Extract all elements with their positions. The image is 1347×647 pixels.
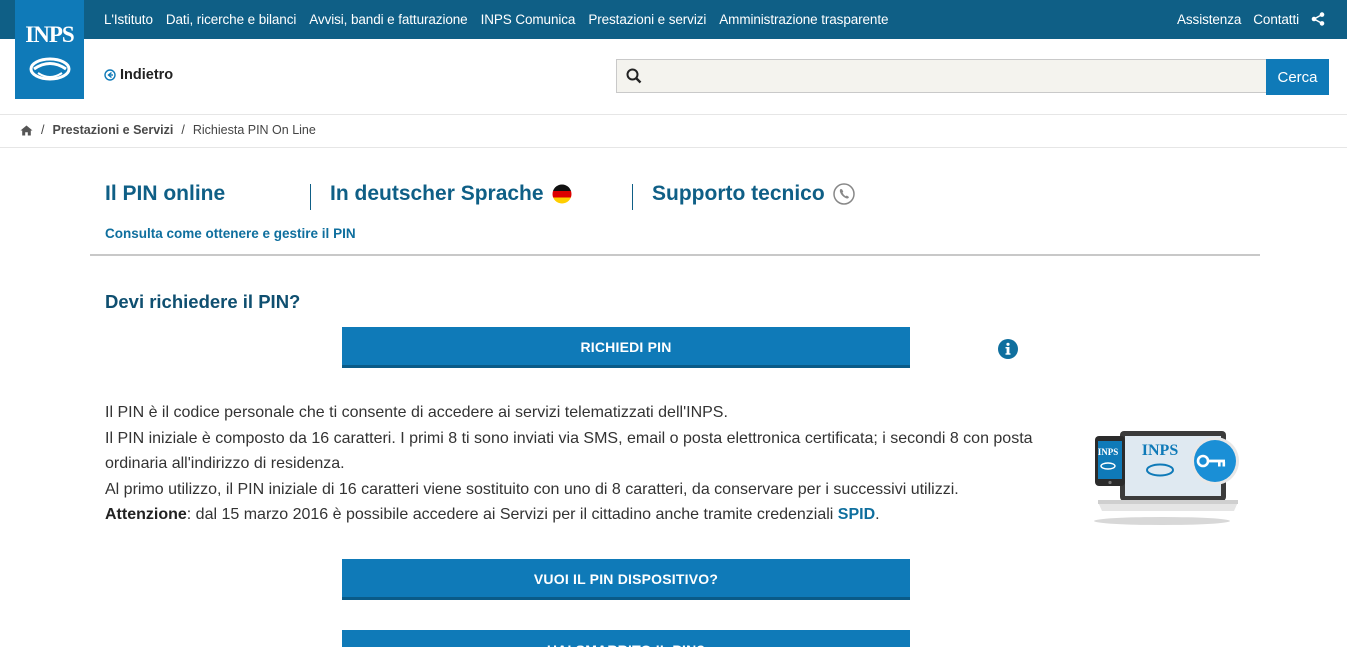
attention-label: Attenzione [105, 506, 187, 523]
german-flag-icon [552, 184, 572, 204]
nav-amministrazione-trasparente[interactable]: Amministrazione trasparente [719, 12, 888, 27]
back-link[interactable]: Indietro [104, 67, 173, 83]
device-phone-logo-text: INPS [1098, 447, 1119, 457]
breadcrumb-separator: / [41, 123, 45, 137]
share-icon[interactable] [1311, 11, 1327, 28]
tab-label: In deutscher Sprache [330, 182, 544, 205]
laptop-phone-key-icon: INPS INPS [1094, 431, 1239, 525]
tab-supporto-tecnico[interactable]: Supporto tecnico [652, 182, 855, 206]
attention-end: . [875, 506, 880, 523]
tab-subtitle-link[interactable]: Consulta come ottenere e gestire il PIN [105, 226, 356, 241]
spid-link[interactable]: SPID [838, 506, 875, 523]
tab-deutscher-sprache[interactable]: In deutscher Sprache [330, 182, 572, 206]
description-line: Al primo utilizzo, il PIN iniziale di 16… [105, 480, 959, 498]
section-heading: Devi richiedere il PIN? [105, 291, 301, 312]
search-icon [626, 68, 642, 84]
back-arrow-icon [104, 69, 116, 81]
tab-label: Supporto tecnico [652, 182, 825, 205]
back-label: Indietro [120, 67, 174, 83]
search-button[interactable]: Cerca [1266, 59, 1329, 95]
search-box [616, 59, 1267, 93]
nav-dati-ricerche[interactable]: Dati, ricerche e bilanci [166, 12, 297, 27]
logo-text: INPS [25, 22, 74, 47]
logo-emblem-icon [29, 57, 71, 81]
contatti-link[interactable]: Contatti [1253, 12, 1299, 27]
description-line: Il PIN iniziale è composto da 16 caratte… [105, 429, 1033, 473]
tab-label: Il PIN online [105, 182, 226, 205]
divider [90, 254, 1260, 256]
home-icon[interactable] [20, 125, 33, 136]
tab-pin-online[interactable]: Il PIN online [105, 182, 225, 206]
nav-istituto[interactable]: L'Istituto [104, 12, 153, 27]
nav-prestazioni-servizi[interactable]: Prestazioni e servizi [588, 12, 706, 27]
pin-dispositivo-button[interactable]: VUOI IL PIN DISPOSITIVO? [342, 559, 910, 600]
attention-text: : dal 15 marzo 2016 è possibile accedere… [186, 506, 838, 523]
description-line: Il PIN è il codice personale che ti cons… [105, 404, 728, 421]
tab-separator [632, 184, 633, 210]
nav-avvisi-bandi[interactable]: Avvisi, bandi e fatturazione [309, 12, 467, 27]
device-logo-text: INPS [1142, 442, 1179, 459]
top-nav: L'Istituto Dati, ricerche e bilanci Avvi… [104, 0, 889, 39]
pin-description: Il PIN è il codice personale che ti cons… [105, 400, 1055, 528]
top-navigation-bar: L'Istituto Dati, ricerche e bilanci Avvi… [0, 0, 1347, 39]
breadcrumb: / Prestazioni e Servizi / Richiesta PIN … [20, 123, 316, 137]
info-icon[interactable] [998, 339, 1018, 359]
pin-device-illustration: INPS INPS [1090, 428, 1245, 533]
attention-line: Attenzione: dal 15 marzo 2016 è possibil… [105, 502, 1055, 528]
inps-logo[interactable]: INPS [15, 0, 84, 99]
divider [0, 147, 1347, 148]
breadcrumb-separator: / [181, 123, 185, 137]
breadcrumb-current: Richiesta PIN On Line [192, 123, 316, 137]
tab-separator [310, 184, 311, 210]
nav-inps-comunica[interactable]: INPS Comunica [481, 12, 576, 27]
breadcrumb-prestazioni[interactable]: Prestazioni e Servizi [52, 123, 173, 137]
search-input[interactable] [651, 62, 1261, 90]
pin-smarrito-button[interactable]: HAI SMARRITO IL PIN? [342, 630, 910, 647]
assistenza-link[interactable]: Assistenza [1177, 12, 1241, 27]
phone-icon [832, 183, 855, 205]
richiedi-pin-button[interactable]: RICHIEDI PIN [342, 327, 910, 368]
top-right-links: Assistenza Contatti [1177, 0, 1327, 39]
divider [0, 114, 1347, 115]
